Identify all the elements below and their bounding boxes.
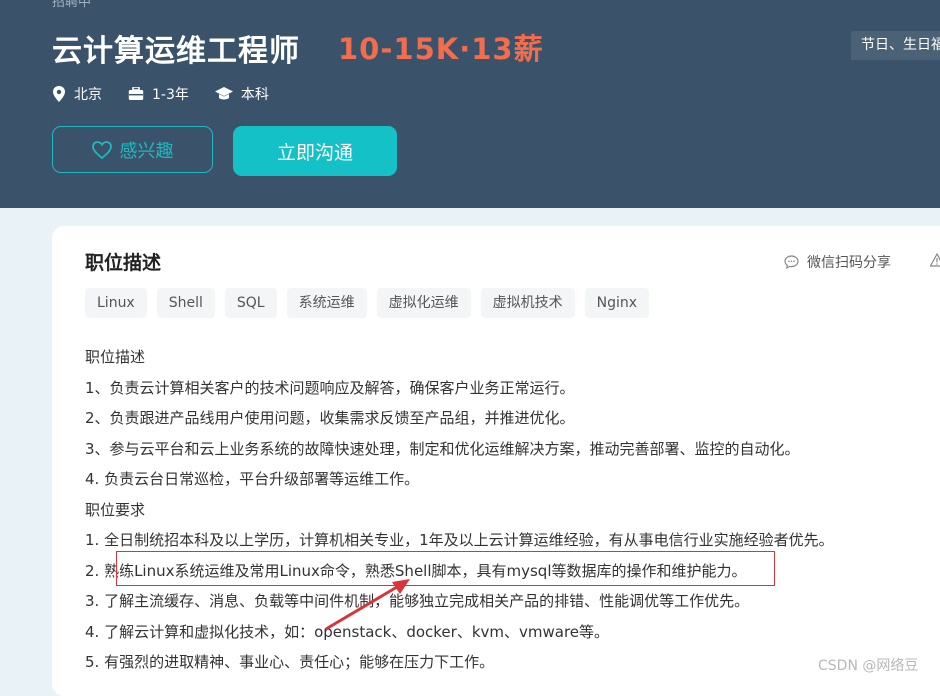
skill-tag: Shell <box>156 288 215 318</box>
job-header: 招聘中 云计算运维工程师 10-15K·13薪 节日、生日福利 北京 1-3年 … <box>0 0 940 208</box>
desc-line: 3、参与云平台和云上业务系统的故障快速处理，制定和优化运维解决方案，推动完善部署… <box>85 439 800 458</box>
skill-tag: SQL <box>224 288 277 318</box>
graduation-cap-icon <box>214 87 233 100</box>
skill-tag: 虚拟化运维 <box>376 288 471 318</box>
annotation-highlight-box <box>116 551 775 586</box>
requirements-heading: 职位要求 <box>85 500 146 519</box>
desc-line: 4. 负责云台日常巡检，平台升级部署等运维工作。 <box>85 470 420 488</box>
annotation-arrow-icon <box>325 579 410 631</box>
salary: 10-15K·13薪 <box>338 32 544 66</box>
requirement-line: 5. 有强烈的进取精神、事业心、责任心；能够在压力下工作。 <box>85 653 495 671</box>
desc-line: 1、负责云计算相关客户的技术问题响应及解答，确保客户业务正常运行。 <box>85 378 575 397</box>
share-label: 微信扫码分享 <box>807 255 891 271</box>
wechat-share[interactable]: 微信扫码分享 <box>784 252 891 272</box>
job-description-text: 职位描述 1、负责云计算相关客户的技术问题响应及解答，确保客户业务正常运行。 2… <box>85 342 834 678</box>
heart-icon <box>91 140 112 159</box>
job-description-card: 职位描述 微信扫码分享 Linux Shell SQL 系统运维 虚拟化运维 虚… <box>52 226 940 696</box>
meta-experience: 1-3年 <box>128 84 189 104</box>
requirement-line: 3. 了解主流缓存、消息、负载等中间件机制，能够独立完成相关产品的排错、性能调优… <box>85 592 750 610</box>
skill-tags: Linux Shell SQL 系统运维 虚拟化运维 虚拟机技术 Nginx <box>85 288 659 318</box>
section-title: 职位描述 <box>85 252 162 274</box>
location-text: 北京 <box>74 87 102 103</box>
watermark: CSDN @网络豆 <box>818 658 919 674</box>
chat-now-button[interactable]: 立即沟通 <box>233 126 397 176</box>
job-title: 云计算运维工程师 <box>52 34 300 69</box>
desc-heading: 职位描述 <box>85 348 146 366</box>
skill-tag: Linux <box>85 288 147 318</box>
job-status-text: 招聘中 <box>52 0 92 10</box>
desc-line: 2、负责跟进产品线用户使用问题，收集需求反馈至产品组，并推进优化。 <box>85 409 575 427</box>
experience-text: 1-3年 <box>152 87 189 103</box>
briefcase-icon <box>128 87 144 100</box>
interest-button[interactable]: 感兴趣 <box>52 126 213 173</box>
chat-bubble-icon <box>784 255 799 269</box>
job-meta-row: 北京 1-3年 本科 <box>52 84 295 104</box>
requirement-line: 4. 了解云计算和虚拟化技术，如：openstack、docker、kvm、vm… <box>85 622 610 641</box>
education-text: 本科 <box>240 87 269 103</box>
skill-tag: 系统运维 <box>286 288 367 318</box>
location-pin-icon <box>53 86 65 102</box>
skill-tag: Nginx <box>584 288 650 318</box>
interest-button-label: 感兴趣 <box>119 140 174 162</box>
meta-location: 北京 <box>52 84 102 104</box>
skill-tag: 虚拟机技术 <box>480 288 575 318</box>
meta-education: 本科 <box>214 84 269 104</box>
perk-tag: 节日、生日福利 <box>851 31 940 60</box>
report-warning-icon[interactable] <box>930 253 940 267</box>
